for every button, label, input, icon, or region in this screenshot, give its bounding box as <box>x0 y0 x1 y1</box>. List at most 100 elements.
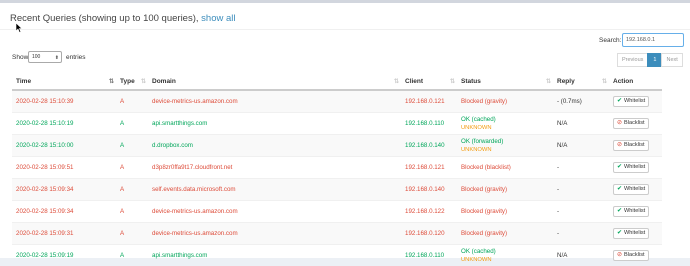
action-cell: ✔ Whitelist <box>609 155 662 178</box>
domain-cell: d3p8zr0ffa9t17.cloudfront.net <box>148 155 401 178</box>
page-1-button[interactable]: 1 <box>647 53 663 67</box>
table-header-row: Time ⇅ Type ⇅ Domain ⇅ Client ⇅ Status ⇅ Repl… <box>12 73 662 91</box>
action-cell: ✔ Whitelist <box>609 199 662 222</box>
table-row: 2020-02-28 15:10:00 Ad.dropbox.com 192.168… <box>12 133 662 156</box>
status-cell: Blocked (gravity) <box>457 177 553 200</box>
whitelist-button[interactable]: ✔ Whitelist <box>613 227 650 239</box>
table-row: 2020-02-28 15:09:34 Adevice-metrics-us.am… <box>12 199 662 222</box>
blacklist-button[interactable]: ⊘ Blacklist <box>613 117 649 129</box>
blacklist-button[interactable]: ⊘ Blacklist <box>613 139 649 151</box>
status-text: OK (forwarded) <box>461 137 504 145</box>
whitelist-button[interactable]: ✔ Whitelist <box>613 205 650 217</box>
search-input[interactable] <box>622 33 684 47</box>
status-sub-text: UNKNOWN <box>461 124 492 131</box>
reply-cell: - (0.7ms) <box>553 89 609 112</box>
show-all-link[interactable]: show all <box>201 13 235 24</box>
next-button[interactable]: Next <box>661 53 683 67</box>
action-label: Whitelist <box>624 163 646 170</box>
status-cell: Blocked (blacklist) <box>457 155 553 178</box>
client-cell: 192.168.0.110 <box>401 111 457 134</box>
action-label: Whitelist <box>624 185 646 192</box>
action-cell: ✔ Whitelist <box>609 177 662 200</box>
blacklist-button[interactable]: ⊘ Blacklist <box>613 249 649 261</box>
reply-cell: - <box>553 221 609 244</box>
whitelist-button[interactable]: ✔ Whitelist <box>613 183 650 195</box>
action-cell: ⊘ Blacklist <box>609 111 662 134</box>
column-time[interactable]: Time ⇅ <box>12 73 116 91</box>
domain-cell: api.smartthings.com <box>148 111 401 134</box>
domain-cell: device-metrics-us.amazon.com <box>148 199 401 222</box>
status-text: Blocked (gravity) <box>461 97 508 105</box>
column-action: Action <box>609 73 662 91</box>
action-cell: ✔ Whitelist <box>609 221 662 244</box>
entries-select-value: 100 <box>32 54 41 60</box>
client-cell: 192.168.0.121 <box>401 89 457 112</box>
domain-cell: device-metrics-us.amazon.com <box>148 89 401 112</box>
ban-icon: ⊘ <box>617 141 623 148</box>
type-cell: A <box>116 177 148 200</box>
reply-cell: - <box>553 177 609 200</box>
action-label: Whitelist <box>624 97 646 104</box>
status-sub-text: UNKNOWN <box>461 146 492 153</box>
whitelist-button[interactable]: ✔ Whitelist <box>613 161 650 173</box>
time-cell: 2020-02-28 15:09:51 <box>12 155 116 178</box>
table-row: 2020-02-28 15:10:39 Adevice-metrics-us.am… <box>12 89 662 112</box>
reply-cell: N/A <box>553 133 609 156</box>
domain-cell: api.smartthings.com <box>148 243 401 266</box>
reply-cell: N/A <box>553 111 609 134</box>
check-icon: ✔ <box>617 163 623 170</box>
type-cell: A <box>116 133 148 156</box>
sort-icon: ⇅ <box>545 79 551 85</box>
client-cell: 192.168.0.140 <box>401 133 457 156</box>
time-cell: 2020-02-28 15:10:00 <box>12 133 116 156</box>
recent-queries-box: Recent Queries (showing up to 100 querie… <box>0 0 690 266</box>
table-row: 2020-02-28 15:09:51 Ad3p8zr0ffa9t17.cloud… <box>12 155 662 178</box>
check-icon: ✔ <box>617 185 623 192</box>
time-cell: 2020-02-28 15:09:19 <box>12 243 116 266</box>
sort-icon: ⇅ <box>449 79 455 85</box>
client-cell: 192.168.0.121 <box>401 155 457 178</box>
action-label: Blacklist <box>624 119 645 126</box>
type-cell: A <box>116 89 148 112</box>
status-text: Blocked (gravity) <box>461 207 508 215</box>
column-status[interactable]: Status ⇅ <box>457 73 553 91</box>
whitelist-button[interactable]: ✔ Whitelist <box>613 95 650 107</box>
sort-icon: ⇅ <box>601 79 607 85</box>
action-label: Whitelist <box>624 207 646 214</box>
client-cell: 192.168.0.122 <box>401 199 457 222</box>
mouse-cursor-icon <box>16 23 23 33</box>
previous-button[interactable]: Previous <box>617 53 649 67</box>
action-cell: ⊘ Blacklist <box>609 133 662 156</box>
status-text: Blocked (gravity) <box>461 229 508 237</box>
box-header: Recent Queries (showing up to 100 querie… <box>0 6 690 30</box>
status-cell: Blocked (gravity) <box>457 89 553 112</box>
time-cell: 2020-02-28 15:09:34 <box>12 199 116 222</box>
action-label: Blacklist <box>624 141 645 148</box>
sort-desc-icon: ⇅ <box>108 79 114 85</box>
status-text: OK (cached) <box>461 247 496 255</box>
title-text: Recent Queries (showing up to 100 querie… <box>10 13 202 24</box>
box-title: Recent Queries (showing up to 100 querie… <box>10 13 236 24</box>
table-row: 2020-02-28 15:09:31 Adevice-metrics-us.am… <box>12 221 662 244</box>
reply-cell: - <box>553 155 609 178</box>
entries-label: entries <box>66 54 86 61</box>
select-arrows-icon: ⬍ <box>54 55 59 61</box>
column-reply[interactable]: Reply ⇅ <box>553 73 609 91</box>
column-type[interactable]: Type ⇅ <box>116 73 148 91</box>
column-client[interactable]: Client ⇅ <box>401 73 457 91</box>
entries-select[interactable]: 100 ⬍ <box>28 51 62 63</box>
check-icon: ✔ <box>617 229 623 236</box>
type-cell: A <box>116 111 148 134</box>
status-text: Blocked (gravity) <box>461 185 508 193</box>
check-icon: ✔ <box>617 207 623 214</box>
domain-cell: d.dropbox.com <box>148 133 401 156</box>
status-cell: OK (forwarded) UNKNOWN <box>457 133 553 156</box>
status-cell: Blocked (gravity) <box>457 221 553 244</box>
table-body: 2020-02-28 15:10:39 Adevice-metrics-us.am… <box>12 89 662 266</box>
search-label: Search: <box>599 37 622 44</box>
show-label: Show <box>12 54 29 61</box>
column-domain[interactable]: Domain ⇅ <box>148 73 401 91</box>
table-row: 2020-02-28 15:09:19 Aapi.smartthings.com 1… <box>12 243 662 266</box>
status-cell: OK (cached) UNKNOWN <box>457 111 553 134</box>
action-cell: ⊘ Blacklist <box>609 243 662 266</box>
